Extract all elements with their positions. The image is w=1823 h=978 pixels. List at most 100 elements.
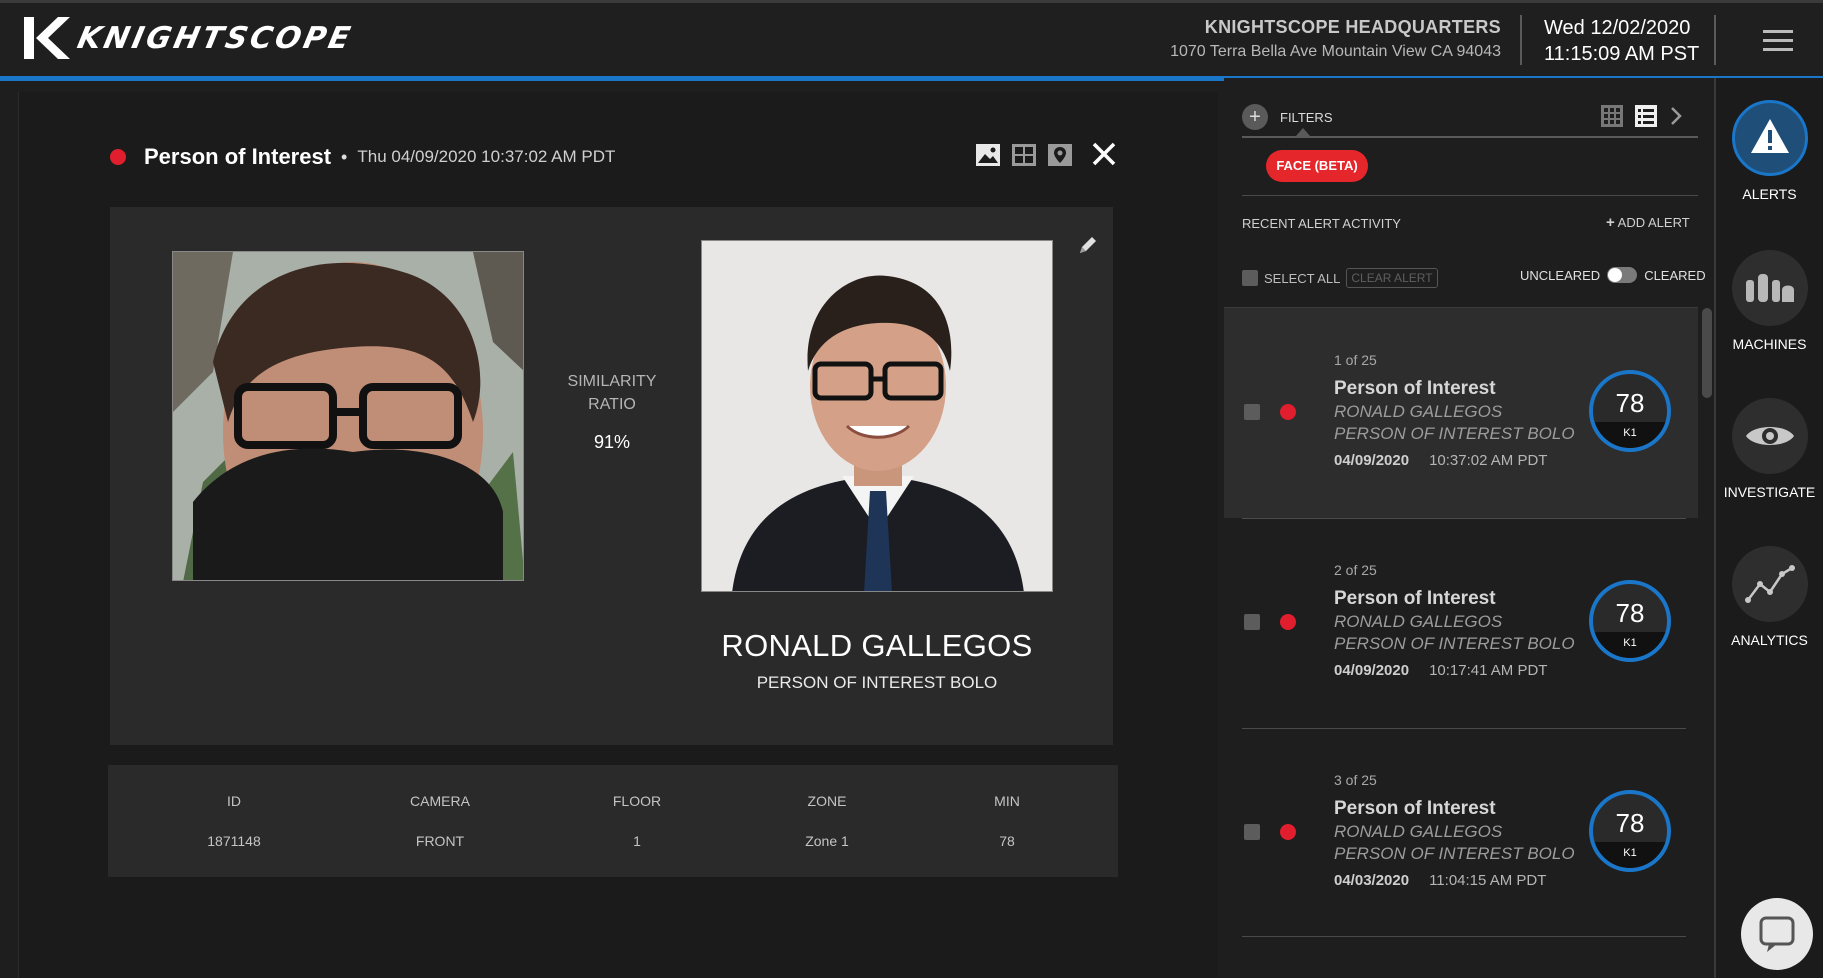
cleared-toggle[interactable] [1607,267,1638,283]
eye-icon [1745,427,1794,445]
match-score-tag: K1 [1593,422,1667,448]
detail-title-bar: Person of Interest • Thu 04/09/2020 10:3… [110,144,615,170]
image-icon[interactable] [975,142,1001,168]
captured-face-photo[interactable] [172,251,524,581]
clock: Wed 12/02/2020 11:15:09 AM PST [1544,17,1699,66]
view-switcher [1600,104,1684,128]
knightscope-k-icon [24,17,70,59]
match-score-value: 78 [1615,388,1645,418]
card-divider [1242,936,1686,937]
alert-item-datetime: 04/09/2020 10:17:41 AM PDT [1334,662,1547,679]
filters-pointer [1296,128,1310,136]
nav-investigate-circle [1731,398,1808,474]
nav-machines[interactable]: MACHINES [1716,250,1823,352]
match-score-badge: 78 K1 [1589,580,1671,662]
nav-alerts-label: ALERTS [1742,186,1797,202]
header-divider [1520,15,1522,65]
select-all-checkbox[interactable] [1242,270,1258,286]
alert-item-list: PERSON OF INTEREST BOLO [1334,424,1575,443]
table-header-min: MIN [994,793,1020,809]
match-score-value: 78 [1615,808,1645,838]
close-icon[interactable] [1090,140,1118,168]
alerts-scrollbar[interactable] [1702,308,1712,398]
brand-name: KNIGHTSCOPE [74,20,357,56]
alert-item-name: RONALD GALLEGOS [1334,402,1503,421]
nav-alerts[interactable]: ALERTS [1716,100,1823,202]
alert-list-item[interactable]: 3 of 25 Person of Interest RONALD GALLEG… [1224,728,1698,938]
filters-divider [1242,136,1698,138]
hamburger-menu-icon[interactable] [1763,30,1793,52]
warning-triangle-icon [1750,119,1789,153]
alert-list-item[interactable]: 1 of 25 Person of Interest RONALD GALLEG… [1224,308,1698,518]
side-nav [1716,78,1823,978]
table-header-floor: FLOOR [612,793,662,809]
alert-status-dot [110,149,126,165]
filters-toggle[interactable]: + FILTERS [1242,104,1333,130]
add-alert-button[interactable]: + ADD ALERT [1606,214,1690,231]
chat-button[interactable] [1741,898,1813,970]
site-info: KNIGHTSCOPE HEADQUARTERS 1070 Terra Bell… [1170,17,1501,61]
chevron-right-icon[interactable] [1668,104,1684,128]
alert-item-name: RONALD GALLEGOS [1334,612,1503,631]
clear-alert-button[interactable]: CLEAR ALERT [1346,268,1438,288]
enrolled-person-photo[interactable] [701,240,1053,592]
top-header: KNIGHTSCOPE KNIGHTSCOPE HEADQUARTERS 107… [0,0,1823,81]
cleared-label: CLEARED [1644,267,1706,283]
alert-item-checkbox[interactable] [1244,404,1260,420]
nav-analytics-circle [1731,546,1808,622]
similarity-ratio: SIMILARITY RATIO 91% [560,370,664,453]
uncleared-label: UNCLEARED [1520,267,1601,283]
alert-item-title: Person of Interest [1334,588,1496,609]
video-clip-icon[interactable] [1011,142,1037,168]
title-separator: • [341,146,348,167]
alert-item-count: 1 of 25 [1334,352,1377,368]
alert-item-title: Person of Interest [1334,378,1496,399]
alert-item-count: 2 of 25 [1334,562,1377,578]
chat-bubble-icon [1759,916,1795,952]
plus-icon: + [1606,214,1615,231]
nav-alerts-circle [1731,100,1808,176]
similarity-label-line1: SIMILARITY [567,373,657,390]
alert-item-list: PERSON OF INTEREST BOLO [1334,634,1575,653]
alert-metadata-table [108,765,1118,877]
alert-item-datetime: 04/03/2020 11:04:15 AM PDT [1334,872,1546,889]
nav-machines-label: MACHINES [1732,336,1807,352]
face-beta-filter-chip[interactable]: FACE (BETA) [1266,150,1368,182]
match-person-name: RONALD GALLEGOS [721,628,1033,663]
match-score-badge: 78 K1 [1589,370,1671,452]
list-view-icon[interactable] [1634,104,1658,128]
alert-item-date: 04/09/2020 [1334,452,1410,469]
add-alert-label: ADD ALERT [1617,215,1690,230]
map-pin-icon[interactable] [1047,142,1073,168]
alert-item-time: 10:17:41 AM PDT [1429,662,1548,679]
detail-timestamp: Thu 04/09/2020 10:37:02 AM PDT [357,147,616,166]
brand-logo[interactable]: KNIGHTSCOPE [24,17,356,59]
alert-status-dot [1280,614,1296,630]
table-cell-camera: FRONT [415,833,465,849]
alert-item-checkbox[interactable] [1244,614,1260,630]
enrolled-person-image [702,241,1052,591]
nav-analytics[interactable]: ANALYTICS [1716,546,1823,648]
add-filter-icon[interactable]: + [1242,104,1268,130]
recent-alert-activity-label: RECENT ALERT ACTIVITY [1242,216,1401,231]
edit-pencil-icon[interactable] [1077,234,1099,256]
match-score-badge: 78 K1 [1589,790,1671,872]
nav-investigate-label: INVESTIGATE [1723,484,1816,500]
detail-toolbar [975,142,1073,168]
alert-item-title: Person of Interest [1334,798,1496,819]
match-score-tag: K1 [1593,632,1667,658]
site-name: KNIGHTSCOPE HEADQUARTERS [1204,17,1501,37]
nav-investigate[interactable]: INVESTIGATE [1716,398,1823,500]
site-address: 1070 Terra Bella Ave Mountain View CA 94… [1170,43,1501,60]
alert-list-item[interactable]: 2 of 25 Person of Interest RONALD GALLEG… [1224,518,1698,728]
alert-item-checkbox[interactable] [1244,824,1260,840]
alert-item-time: 11:04:15 AM PDT [1429,872,1547,889]
machines-icon [1745,274,1794,302]
alert-item-datetime: 04/09/2020 10:37:02 AM PDT [1334,452,1547,469]
grid-view-icon[interactable] [1600,104,1624,128]
nav-analytics-label: ANALYTICS [1731,632,1808,648]
cleared-filter: UNCLEARED CLEARED [1520,267,1706,283]
match-score-value: 78 [1615,598,1645,628]
detail-alert-type: Person of Interest [144,144,332,169]
header-divider [1714,15,1716,65]
